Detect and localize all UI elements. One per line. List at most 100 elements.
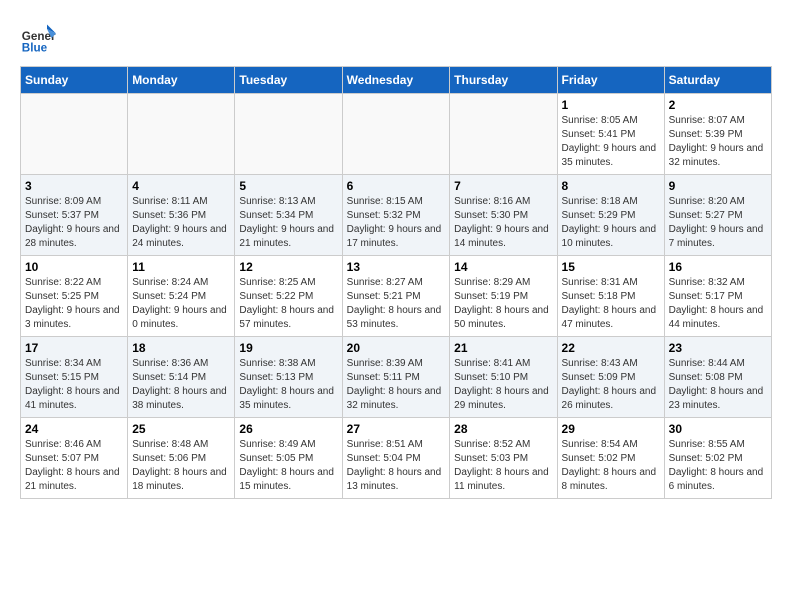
svg-text:Blue: Blue: [22, 42, 48, 55]
day-number: 1: [562, 98, 660, 112]
weekday-tuesday: Tuesday: [235, 67, 342, 94]
day-info: Sunrise: 8:43 AM Sunset: 5:09 PM Dayligh…: [562, 357, 660, 413]
day-number: 26: [239, 422, 337, 436]
calendar-cell: 16Sunrise: 8:32 AM Sunset: 5:17 PM Dayli…: [664, 256, 771, 337]
logo-icon: General Blue: [20, 20, 56, 56]
calendar-cell: 8Sunrise: 8:18 AM Sunset: 5:29 PM Daylig…: [557, 175, 664, 256]
day-number: 22: [562, 341, 660, 355]
day-number: 15: [562, 260, 660, 274]
calendar-cell: 14Sunrise: 8:29 AM Sunset: 5:19 PM Dayli…: [450, 256, 557, 337]
day-info: Sunrise: 8:31 AM Sunset: 5:18 PM Dayligh…: [562, 276, 660, 332]
day-info: Sunrise: 8:27 AM Sunset: 5:21 PM Dayligh…: [347, 276, 446, 332]
day-number: 30: [669, 422, 767, 436]
calendar-cell: 9 Sunrise: 8:20 AM Sunset: 5:27 PM Daylig…: [664, 175, 771, 256]
day-info: Sunrise: 8:07 AM Sunset: 5:39 PM Dayligh…: [669, 114, 767, 170]
day-info: Sunrise: 8:51 AM Sunset: 5:04 PM Dayligh…: [347, 438, 446, 494]
day-info: Sunrise: 8:48 AM Sunset: 5:06 PM Dayligh…: [132, 438, 230, 494]
calendar-cell: 6Sunrise: 8:15 AM Sunset: 5:32 PM Daylig…: [342, 175, 450, 256]
day-info: Sunrise: 8:15 AM Sunset: 5:32 PM Dayligh…: [347, 195, 446, 251]
weekday-header-row: SundayMondayTuesdayWednesdayThursdayFrid…: [21, 67, 772, 94]
day-info: Sunrise: 8:34 AM Sunset: 5:15 PM Dayligh…: [25, 357, 123, 413]
day-info: Sunrise: 8:49 AM Sunset: 5:05 PM Dayligh…: [239, 438, 337, 494]
calendar-cell: 20 Sunrise: 8:39 AM Sunset: 5:11 PM Dayli…: [342, 337, 450, 418]
day-number: 12: [239, 260, 337, 274]
day-number: 2: [669, 98, 767, 112]
calendar-week-5: 24Sunrise: 8:46 AM Sunset: 5:07 PM Dayli…: [21, 418, 772, 499]
calendar-cell: 23 Sunrise: 8:44 AM Sunset: 5:08 PM Dayli…: [664, 337, 771, 418]
day-info: Sunrise: 8:39 AM Sunset: 5:11 PM Dayligh…: [347, 357, 446, 413]
day-number: 29: [562, 422, 660, 436]
day-number: 17: [25, 341, 123, 355]
day-number: 13: [347, 260, 446, 274]
calendar-cell: 11 Sunrise: 8:24 AM Sunset: 5:24 PM Dayli…: [128, 256, 235, 337]
logo: General Blue: [20, 20, 60, 56]
calendar-cell: 15 Sunrise: 8:31 AM Sunset: 5:18 PM Dayli…: [557, 256, 664, 337]
day-info: Sunrise: 8:16 AM Sunset: 5:30 PM Dayligh…: [454, 195, 552, 251]
day-info: Sunrise: 8:29 AM Sunset: 5:19 PM Dayligh…: [454, 276, 552, 332]
weekday-wednesday: Wednesday: [342, 67, 450, 94]
day-number: 5: [239, 179, 337, 193]
calendar-week-1: 1 Sunrise: 8:05 AM Sunset: 5:41 PM Daylig…: [21, 94, 772, 175]
calendar-cell: 4 Sunrise: 8:11 AM Sunset: 5:36 PM Daylig…: [128, 175, 235, 256]
day-info: Sunrise: 8:54 AM Sunset: 5:02 PM Dayligh…: [562, 438, 660, 494]
day-number: 19: [239, 341, 337, 355]
day-info: Sunrise: 8:25 AM Sunset: 5:22 PM Dayligh…: [239, 276, 337, 332]
calendar-cell: [235, 94, 342, 175]
day-number: 11: [132, 260, 230, 274]
day-info: Sunrise: 8:22 AM Sunset: 5:25 PM Dayligh…: [25, 276, 123, 332]
weekday-sunday: Sunday: [21, 67, 128, 94]
calendar-cell: 10Sunrise: 8:22 AM Sunset: 5:25 PM Dayli…: [21, 256, 128, 337]
calendar-cell: 7 Sunrise: 8:16 AM Sunset: 5:30 PM Daylig…: [450, 175, 557, 256]
calendar-cell: [342, 94, 450, 175]
weekday-thursday: Thursday: [450, 67, 557, 94]
day-number: 21: [454, 341, 552, 355]
day-number: 18: [132, 341, 230, 355]
day-number: 28: [454, 422, 552, 436]
day-number: 25: [132, 422, 230, 436]
day-number: 27: [347, 422, 446, 436]
day-number: 7: [454, 179, 552, 193]
day-number: 9: [669, 179, 767, 193]
weekday-monday: Monday: [128, 67, 235, 94]
day-info: Sunrise: 8:46 AM Sunset: 5:07 PM Dayligh…: [25, 438, 123, 494]
calendar-cell: 28 Sunrise: 8:52 AM Sunset: 5:03 PM Dayli…: [450, 418, 557, 499]
day-info: Sunrise: 8:41 AM Sunset: 5:10 PM Dayligh…: [454, 357, 552, 413]
calendar-cell: 2 Sunrise: 8:07 AM Sunset: 5:39 PM Daylig…: [664, 94, 771, 175]
day-number: 4: [132, 179, 230, 193]
day-number: 8: [562, 179, 660, 193]
day-number: 23: [669, 341, 767, 355]
calendar-cell: [128, 94, 235, 175]
calendar-cell: [21, 94, 128, 175]
day-info: Sunrise: 8:38 AM Sunset: 5:13 PM Dayligh…: [239, 357, 337, 413]
day-number: 20: [347, 341, 446, 355]
calendar-week-3: 10Sunrise: 8:22 AM Sunset: 5:25 PM Dayli…: [21, 256, 772, 337]
day-info: Sunrise: 8:24 AM Sunset: 5:24 PM Dayligh…: [132, 276, 230, 332]
day-info: Sunrise: 8:05 AM Sunset: 5:41 PM Dayligh…: [562, 114, 660, 170]
day-info: Sunrise: 8:52 AM Sunset: 5:03 PM Dayligh…: [454, 438, 552, 494]
calendar-cell: 21 Sunrise: 8:41 AM Sunset: 5:10 PM Dayli…: [450, 337, 557, 418]
weekday-saturday: Saturday: [664, 67, 771, 94]
day-info: Sunrise: 8:11 AM Sunset: 5:36 PM Dayligh…: [132, 195, 230, 251]
day-info: Sunrise: 8:44 AM Sunset: 5:08 PM Dayligh…: [669, 357, 767, 413]
day-number: 3: [25, 179, 123, 193]
day-info: Sunrise: 8:20 AM Sunset: 5:27 PM Dayligh…: [669, 195, 767, 251]
day-info: Sunrise: 8:13 AM Sunset: 5:34 PM Dayligh…: [239, 195, 337, 251]
calendar-cell: 3 Sunrise: 8:09 AM Sunset: 5:37 PM Daylig…: [21, 175, 128, 256]
day-number: 16: [669, 260, 767, 274]
calendar-week-2: 3 Sunrise: 8:09 AM Sunset: 5:37 PM Daylig…: [21, 175, 772, 256]
calendar-cell: 22 Sunrise: 8:43 AM Sunset: 5:09 PM Dayli…: [557, 337, 664, 418]
day-info: Sunrise: 8:55 AM Sunset: 5:02 PM Dayligh…: [669, 438, 767, 494]
calendar-cell: 17 Sunrise: 8:34 AM Sunset: 5:15 PM Dayli…: [21, 337, 128, 418]
calendar-cell: 30 Sunrise: 8:55 AM Sunset: 5:02 PM Dayli…: [664, 418, 771, 499]
calendar-week-4: 17 Sunrise: 8:34 AM Sunset: 5:15 PM Dayli…: [21, 337, 772, 418]
calendar-cell: 29 Sunrise: 8:54 AM Sunset: 5:02 PM Dayli…: [557, 418, 664, 499]
calendar-cell: 5 Sunrise: 8:13 AM Sunset: 5:34 PM Daylig…: [235, 175, 342, 256]
calendar-cell: 12 Sunrise: 8:25 AM Sunset: 5:22 PM Dayli…: [235, 256, 342, 337]
calendar-cell: [450, 94, 557, 175]
page-header: General Blue: [20, 20, 772, 56]
calendar-cell: 13 Sunrise: 8:27 AM Sunset: 5:21 PM Dayli…: [342, 256, 450, 337]
calendar-cell: 1 Sunrise: 8:05 AM Sunset: 5:41 PM Daylig…: [557, 94, 664, 175]
calendar-cell: 27 Sunrise: 8:51 AM Sunset: 5:04 PM Dayli…: [342, 418, 450, 499]
calendar-cell: 18Sunrise: 8:36 AM Sunset: 5:14 PM Dayli…: [128, 337, 235, 418]
day-info: Sunrise: 8:09 AM Sunset: 5:37 PM Dayligh…: [25, 195, 123, 251]
